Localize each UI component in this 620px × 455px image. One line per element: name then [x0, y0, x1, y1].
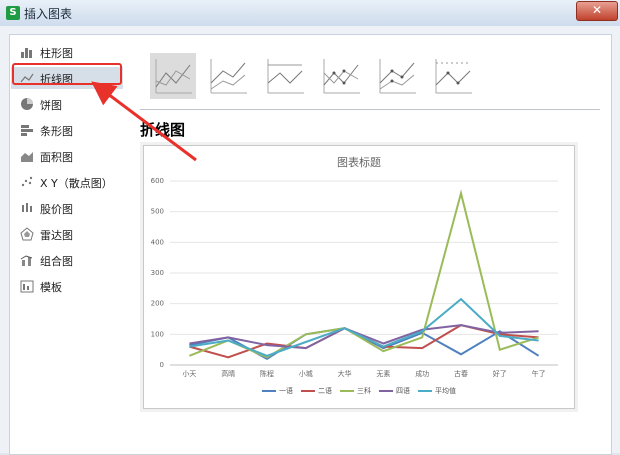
legend-swatch — [262, 390, 276, 392]
x-tick-label: 陈程 — [260, 369, 274, 378]
sidebar-item-radar-chart[interactable]: 雷达图 — [11, 223, 123, 245]
y-tick-label: 300 — [151, 269, 164, 277]
percent-stacked-line-icon — [267, 59, 304, 94]
sidebar-item-template[interactable]: 模板 — [11, 275, 123, 297]
y-tick-label: 100 — [151, 330, 164, 338]
legend-entry: 二语 — [301, 386, 332, 396]
window-title: 插入图表 — [24, 7, 73, 21]
sidebar-item-column-chart[interactable]: 柱形图 — [11, 41, 123, 63]
sidebar-item-label: 雷达图 — [40, 229, 73, 242]
x-tick-label: 成功 — [415, 369, 429, 378]
legend-label: 一语 — [279, 387, 293, 395]
sidebar-item-stock-chart[interactable]: 股价图 — [11, 197, 123, 219]
subtype-line-markers-button[interactable] — [318, 53, 364, 99]
sidebar-item-combo-chart[interactable]: 组合图 — [11, 249, 123, 271]
series-line — [189, 327, 540, 361]
chart-plot: 0 100 200 300 400 500 600 小天 高晴 陈程 小城 大华 无素 成功 古春 好了 午了 — [151, 177, 558, 378]
subtype-line-button[interactable] — [150, 53, 196, 99]
legend-swatch — [340, 390, 354, 392]
area-chart-icon — [21, 152, 33, 162]
legend-swatch — [301, 390, 315, 392]
x-tick-label: 好了 — [493, 369, 507, 378]
subtype-stacked-line-button[interactable] — [205, 53, 251, 99]
y-tick-label: 600 — [151, 177, 164, 185]
legend-label: 二语 — [318, 387, 332, 395]
bar-chart-icon — [21, 125, 33, 136]
radar-chart-icon — [20, 227, 34, 241]
x-tick-label: 小天 — [182, 369, 196, 378]
scatter-chart-icon — [21, 176, 33, 187]
sidebar-item-bar-chart[interactable]: 条形图 — [11, 119, 123, 141]
line-icon — [155, 59, 192, 94]
legend-entry: 三科 — [340, 386, 371, 396]
sidebar-item-label: 面积图 — [40, 151, 73, 164]
series-line — [189, 189, 539, 359]
legend-entry: 一语 — [262, 386, 293, 396]
selection-highlight — [12, 63, 122, 85]
chart-preview[interactable]: 0 100 200 300 400 500 600 小天 高晴 陈程 小城 大华 无素 成功 古春 好了 午了 … — [143, 145, 575, 409]
x-tick-label: 古春 — [454, 369, 468, 378]
combo-chart-icon — [20, 255, 33, 266]
percent-stacked-line-markers-icon — [435, 59, 472, 94]
legend-label: 三科 — [357, 387, 371, 395]
pie-chart-icon — [21, 98, 33, 110]
sidebar-item-label: 股价图 — [40, 203, 73, 216]
sidebar-item-label: 条形图 — [40, 125, 73, 138]
legend-entry: 平均值 — [418, 386, 456, 396]
x-tick-label: 无素 — [376, 369, 390, 378]
chart-type-heading: 折线图 — [140, 121, 186, 139]
line-markers-icon — [323, 59, 360, 94]
title-bar: S 插入图表 ✕ — [0, 0, 620, 27]
stock-chart-icon — [22, 203, 32, 212]
chart-title: 图表标题 — [337, 156, 381, 169]
chart-legend: 一语 二语 三科 四语 平均值 — [144, 386, 574, 396]
sidebar-item-label: X Y（散点图） — [40, 177, 113, 190]
app-logo-icon: S — [6, 6, 20, 20]
template-icon — [20, 280, 34, 293]
x-tick-label: 大华 — [338, 369, 352, 378]
column-chart-icon — [21, 48, 32, 58]
legend-label: 四语 — [396, 387, 410, 395]
subtype-percent-stacked-line-markers-button[interactable] — [430, 53, 476, 99]
divider — [140, 109, 600, 110]
y-tick-label: 200 — [151, 300, 164, 308]
legend-swatch — [379, 390, 393, 392]
subtype-percent-stacked-line-button[interactable] — [262, 53, 308, 99]
x-tick-label: 高晴 — [221, 369, 235, 378]
legend-entry: 四语 — [379, 386, 410, 396]
legend-label: 平均值 — [435, 387, 456, 395]
close-button[interactable]: ✕ — [576, 1, 618, 21]
sidebar-item-pie-chart[interactable]: 饼图 — [11, 93, 123, 115]
sidebar-item-scatter-chart[interactable]: X Y（散点图） — [11, 171, 123, 193]
sidebar-item-label: 模板 — [40, 281, 62, 294]
x-tick-label: 小城 — [299, 369, 313, 378]
sidebar-item-label: 柱形图 — [40, 47, 73, 60]
y-tick-label: 0 — [160, 361, 164, 369]
sidebar-item-label: 组合图 — [40, 255, 73, 268]
stacked-line-markers-icon — [379, 59, 416, 94]
x-tick-label: 午了 — [532, 369, 546, 378]
legend-swatch — [418, 390, 432, 392]
subtype-stacked-line-markers-button[interactable] — [374, 53, 420, 99]
y-tick-label: 400 — [151, 238, 164, 246]
sidebar-item-label: 饼图 — [40, 99, 62, 112]
stacked-line-icon — [210, 59, 247, 94]
chart-type-sidebar: 柱形图 折线图 饼图 条形图 面积图 X Y（散点图） 股价图 雷达图 组合图 模板 — [9, 34, 126, 455]
sidebar-item-area-chart[interactable]: 面积图 — [11, 145, 123, 167]
y-tick-label: 500 — [151, 208, 164, 216]
